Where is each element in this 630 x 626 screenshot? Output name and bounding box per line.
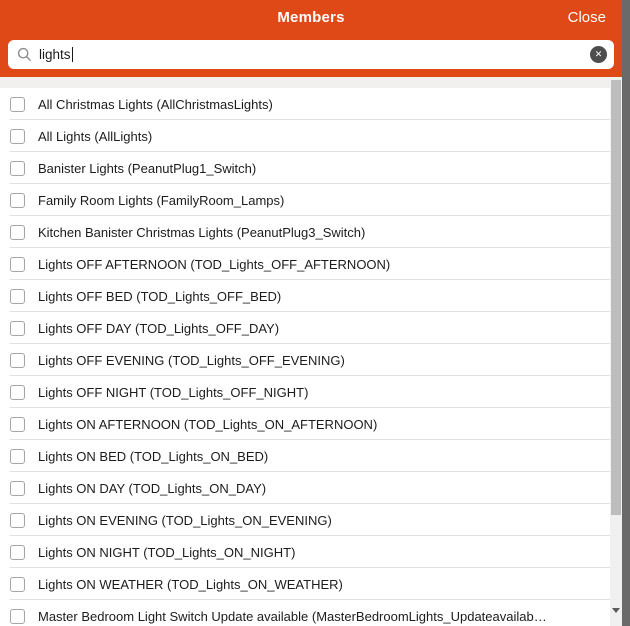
search-icon xyxy=(17,47,32,62)
scroll-down-icon[interactable] xyxy=(612,608,620,613)
list-item[interactable]: Lights OFF BED (TOD_Lights_OFF_BED) xyxy=(0,280,610,312)
list-item[interactable]: Lights ON WEATHER (TOD_Lights_ON_WEATHER… xyxy=(0,568,610,600)
checkbox[interactable] xyxy=(10,129,25,144)
checkbox[interactable] xyxy=(10,577,25,592)
list-item[interactable]: Kitchen Banister Christmas Lights (Peanu… xyxy=(0,216,610,248)
clear-search-button[interactable]: ✕ xyxy=(590,46,607,63)
list-item[interactable]: Family Room Lights (FamilyRoom_Lamps) xyxy=(0,184,610,216)
checkbox[interactable] xyxy=(10,353,25,368)
checkbox[interactable] xyxy=(10,321,25,336)
checkbox[interactable] xyxy=(10,225,25,240)
search-input[interactable]: lights ✕ xyxy=(8,40,614,69)
list-item-label: Banister Lights (PeanutPlug1_Switch) xyxy=(38,161,256,176)
dialog-header: Members Close lights ✕ xyxy=(0,0,622,77)
list-item[interactable]: Lights OFF AFTERNOON (TOD_Lights_OFF_AFT… xyxy=(0,248,610,280)
members-dialog: Members Close lights ✕ All Christmas Lig… xyxy=(0,0,630,626)
list-item[interactable]: Lights ON AFTERNOON (TOD_Lights_ON_AFTER… xyxy=(0,408,610,440)
checkbox[interactable] xyxy=(10,609,25,624)
clear-icon: ✕ xyxy=(595,50,603,59)
checkbox[interactable] xyxy=(10,481,25,496)
list-item[interactable]: All Christmas Lights (AllChristmasLights… xyxy=(0,88,610,120)
close-button[interactable]: Close xyxy=(568,0,606,34)
dialog-titlebar: Members Close xyxy=(0,0,622,34)
list-item-label: Lights ON NIGHT (TOD_Lights_ON_NIGHT) xyxy=(38,545,295,560)
list-item-label: Lights OFF AFTERNOON (TOD_Lights_OFF_AFT… xyxy=(38,257,390,272)
checkbox[interactable] xyxy=(10,449,25,464)
checkbox[interactable] xyxy=(10,193,25,208)
checkbox[interactable] xyxy=(10,417,25,432)
list-item[interactable]: Lights OFF EVENING (TOD_Lights_OFF_EVENI… xyxy=(0,344,610,376)
list-item[interactable]: Lights ON EVENING (TOD_Lights_ON_EVENING… xyxy=(0,504,610,536)
list-item[interactable]: Lights ON BED (TOD_Lights_ON_BED) xyxy=(0,440,610,472)
list-item-label: Lights OFF NIGHT (TOD_Lights_OFF_NIGHT) xyxy=(38,385,308,400)
list-item[interactable]: Lights ON DAY (TOD_Lights_ON_DAY) xyxy=(0,472,610,504)
window-edge xyxy=(622,0,630,626)
search-value: lights xyxy=(39,47,71,62)
list-item-label: Master Bedroom Light Switch Update avail… xyxy=(38,609,547,624)
list-item[interactable]: Lights OFF DAY (TOD_Lights_OFF_DAY) xyxy=(0,312,610,344)
list-item-label: Lights OFF EVENING (TOD_Lights_OFF_EVENI… xyxy=(38,353,345,368)
list-item-label: Lights ON WEATHER (TOD_Lights_ON_WEATHER… xyxy=(38,577,343,592)
checkbox[interactable] xyxy=(10,513,25,528)
list-item-label: Lights ON AFTERNOON (TOD_Lights_ON_AFTER… xyxy=(38,417,377,432)
list-item-label: Family Room Lights (FamilyRoom_Lamps) xyxy=(38,193,284,208)
list-item-label: All Lights (AllLights) xyxy=(38,129,152,144)
list-item-label: Lights ON EVENING (TOD_Lights_ON_EVENING… xyxy=(38,513,332,528)
list-item[interactable]: Banister Lights (PeanutPlug1_Switch) xyxy=(0,152,610,184)
members-list: All Christmas Lights (AllChristmasLights… xyxy=(0,77,610,626)
text-caret xyxy=(72,47,73,62)
checkbox[interactable] xyxy=(10,289,25,304)
checkbox[interactable] xyxy=(10,97,25,112)
list-item-label: Lights ON DAY (TOD_Lights_ON_DAY) xyxy=(38,481,266,496)
checkbox[interactable] xyxy=(10,545,25,560)
scrollbar-thumb[interactable] xyxy=(611,80,621,515)
list-item-label: Lights ON BED (TOD_Lights_ON_BED) xyxy=(38,449,268,464)
checkbox[interactable] xyxy=(10,257,25,272)
dialog-title: Members xyxy=(277,9,344,26)
list-item[interactable]: All Lights (AllLights) xyxy=(0,120,610,152)
scrollbar[interactable] xyxy=(610,77,622,626)
list-item[interactable]: Lights OFF NIGHT (TOD_Lights_OFF_NIGHT) xyxy=(0,376,610,408)
list-item-label: Lights OFF DAY (TOD_Lights_OFF_DAY) xyxy=(38,321,279,336)
list-item-label: Lights OFF BED (TOD_Lights_OFF_BED) xyxy=(38,289,281,304)
search-bar: lights ✕ xyxy=(0,34,622,69)
list-item-label: Kitchen Banister Christmas Lights (Peanu… xyxy=(38,225,365,240)
list-item[interactable]: Master Bedroom Light Switch Update avail… xyxy=(0,600,610,626)
checkbox[interactable] xyxy=(10,161,25,176)
list-item[interactable]: Lights ON NIGHT (TOD_Lights_ON_NIGHT) xyxy=(0,536,610,568)
list-item-label: All Christmas Lights (AllChristmasLights… xyxy=(38,97,273,112)
checkbox[interactable] xyxy=(10,385,25,400)
